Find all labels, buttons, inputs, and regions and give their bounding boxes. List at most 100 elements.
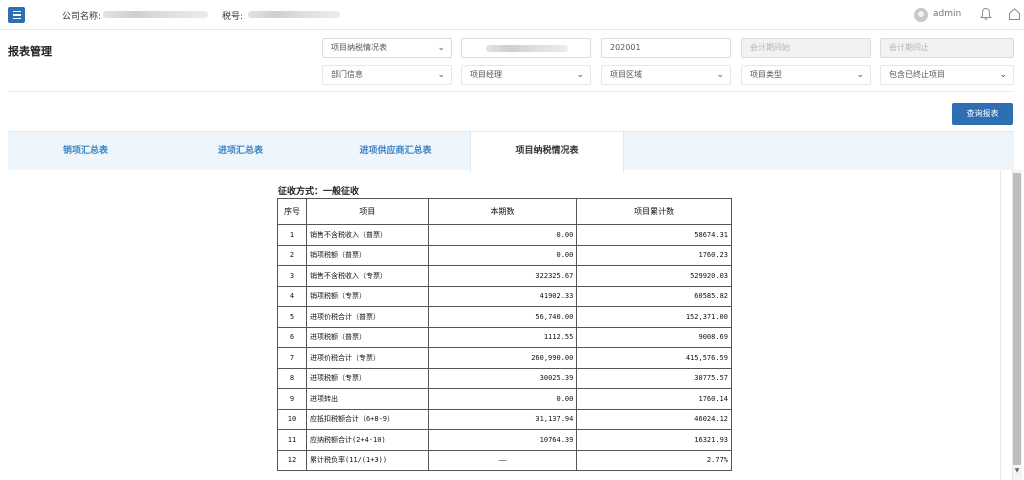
table-row: 8 进项税额（专票） 30025.39 30775.57 — [277, 367, 732, 389]
row-total: 1760.14 — [576, 388, 732, 410]
tax-id-label: 税号: — [222, 12, 244, 22]
period-input[interactable]: 202001 — [601, 38, 731, 58]
table-header-row: 序号 项目 本期数 项目累计数 — [277, 198, 732, 225]
row-item: 进项转出 — [305, 388, 429, 410]
scrollbar-thumb[interactable] — [1013, 173, 1021, 465]
row-item: 销售不含税收入（专票） — [305, 265, 429, 287]
period-end-input[interactable]: 会计期间止 — [880, 38, 1014, 58]
company-select[interactable] — [461, 38, 591, 58]
chevron-down-icon: ⌄ — [999, 70, 1007, 80]
company-redacted — [486, 45, 568, 52]
scroll-down-arrow-icon[interactable]: ▼ — [1012, 466, 1022, 476]
col-current: 本期数 — [427, 198, 578, 225]
tab-purchase-summary[interactable]: 进项汇总表 — [163, 132, 318, 171]
row-total: 152,371.00 — [576, 306, 732, 328]
report-type-value: 项目纳税情况表 — [331, 43, 387, 52]
row-total: 9008.69 — [576, 326, 732, 348]
tab-sales-summary[interactable]: 销项汇总表 — [8, 132, 163, 171]
period-start-input[interactable]: 会计期间始 — [741, 38, 871, 58]
company-name-redacted — [103, 11, 208, 18]
row-current: 31,137.94 — [427, 408, 578, 430]
row-total: 60585.82 — [576, 285, 732, 307]
row-current: 0.00 — [427, 244, 578, 266]
username[interactable]: admin — [933, 9, 961, 19]
chevron-down-icon: ⌄ — [576, 70, 584, 80]
row-item: 销售不含税收入（普票） — [305, 224, 429, 246]
row-current: 30025.39 — [427, 367, 578, 389]
row-item: 进项税额（专票） — [305, 367, 429, 389]
row-item: 累计税负率(11/(1+3)) — [305, 449, 429, 471]
content-divider — [1000, 170, 1001, 480]
region-select[interactable]: 项目区域 ⌄ — [601, 65, 731, 85]
row-no: 6 — [277, 326, 307, 348]
tab-supplier-summary[interactable]: 进项供应商汇总表 — [318, 132, 473, 171]
report-tabs: 销项汇总表 进项汇总表 进项供应商汇总表 项目纳税情况表 — [8, 131, 1014, 172]
chevron-down-icon: ⌄ — [856, 70, 864, 80]
tax-id-redacted — [248, 11, 340, 18]
row-item: 进项税额（普票） — [305, 326, 429, 348]
col-total: 项目累计数 — [576, 198, 732, 225]
row-total: 16321.93 — [576, 429, 732, 451]
row-total: 58674.31 — [576, 224, 732, 246]
row-no: 12 — [277, 449, 307, 471]
table-row: 2 销项税额（普票） 0.00 1760.23 — [277, 244, 732, 266]
period-start-placeholder: 会计期间始 — [750, 43, 790, 52]
chevron-down-icon: ⌄ — [437, 43, 445, 53]
row-total: 46024.12 — [576, 408, 732, 430]
row-total: 415,576.59 — [576, 347, 732, 369]
row-no: 7 — [277, 347, 307, 369]
project-tax-table: 序号 项目 本期数 项目累计数 1 销售不含税收入（普票） 0.00 58674.31… — [277, 198, 732, 471]
row-current: 10764.39 — [427, 429, 578, 451]
row-item: 销项税额（专票） — [305, 285, 429, 307]
row-item: 进项价税合计（普票） — [305, 306, 429, 328]
menu-icon[interactable] — [8, 7, 25, 23]
table-row: 11 应纳税额合计(2+4-10) 10764.39 16321.93 — [277, 429, 732, 451]
category-value: 项目类型 — [750, 70, 782, 79]
row-item: 进项价税合计（专票） — [305, 347, 429, 369]
row-item: 应纳税额合计(2+4-10) — [305, 429, 429, 451]
table-row: 9 进项转出 0.00 1760.14 — [277, 388, 732, 410]
category-select[interactable]: 项目类型 ⌄ — [741, 65, 871, 85]
query-report-button[interactable]: 查询报表 — [952, 103, 1013, 125]
dept-select[interactable]: 部门信息 ⌄ — [322, 65, 452, 85]
row-total: 529920.03 — [576, 265, 732, 287]
table-row: 6 进项税额（普票） 1112.55 9008.69 — [277, 326, 732, 348]
table-row: 7 进项价税合计（专票） 260,990.00 415,576.59 — [277, 347, 732, 369]
row-item: 应抵扣税额合计（6+8-9） — [305, 408, 429, 430]
row-total: 30775.57 — [576, 367, 732, 389]
row-current: 56,740.00 — [427, 306, 578, 328]
table-row: 12 累计税负率(11/(1+3)) —— 2.77% — [277, 449, 732, 471]
row-current: 41902.33 — [427, 285, 578, 307]
include-stopped-select[interactable]: 包含已终止项目 ⌄ — [880, 65, 1014, 85]
period-end-placeholder: 会计期间止 — [889, 43, 929, 52]
row-no: 11 — [277, 429, 307, 451]
col-item: 项目 — [305, 198, 429, 225]
tab-project-tax[interactable]: 项目纳税情况表 — [470, 132, 624, 172]
report-type-select[interactable]: 项目纳税情况表 ⌄ — [322, 38, 452, 58]
row-total: 1760.23 — [576, 244, 732, 266]
filter-divider — [8, 91, 1014, 92]
row-current: 0.00 — [427, 224, 578, 246]
levy-method: 征收方式：一般征收 — [278, 187, 360, 197]
table-row: 5 进项价税合计（普票） 56,740.00 152,371.00 — [277, 306, 732, 328]
table-row: 3 销售不含税收入（专票） 322325.67 529920.03 — [277, 265, 732, 287]
row-no: 4 — [277, 285, 307, 307]
table-row: 1 销售不含税收入（普票） 0.00 58674.31 — [277, 224, 732, 246]
top-header: 公司名称: 税号: admin — [0, 0, 1024, 30]
period-value: 202001 — [610, 43, 641, 52]
row-no: 9 — [277, 388, 307, 410]
page-title: 报表管理 — [8, 45, 52, 58]
region-value: 项目区域 — [610, 70, 642, 79]
manager-value: 项目经理 — [470, 70, 502, 79]
row-no: 1 — [277, 224, 307, 246]
row-no: 3 — [277, 265, 307, 287]
manager-select[interactable]: 项目经理 ⌄ — [461, 65, 591, 85]
home-icon[interactable] — [1008, 7, 1021, 21]
avatar-icon[interactable] — [914, 8, 928, 22]
row-no: 8 — [277, 367, 307, 389]
col-no: 序号 — [277, 198, 307, 225]
include-stopped-value: 包含已终止项目 — [889, 70, 945, 79]
row-item: 销项税额（普票） — [305, 244, 429, 266]
row-no: 5 — [277, 306, 307, 328]
bell-icon[interactable] — [980, 7, 992, 21]
